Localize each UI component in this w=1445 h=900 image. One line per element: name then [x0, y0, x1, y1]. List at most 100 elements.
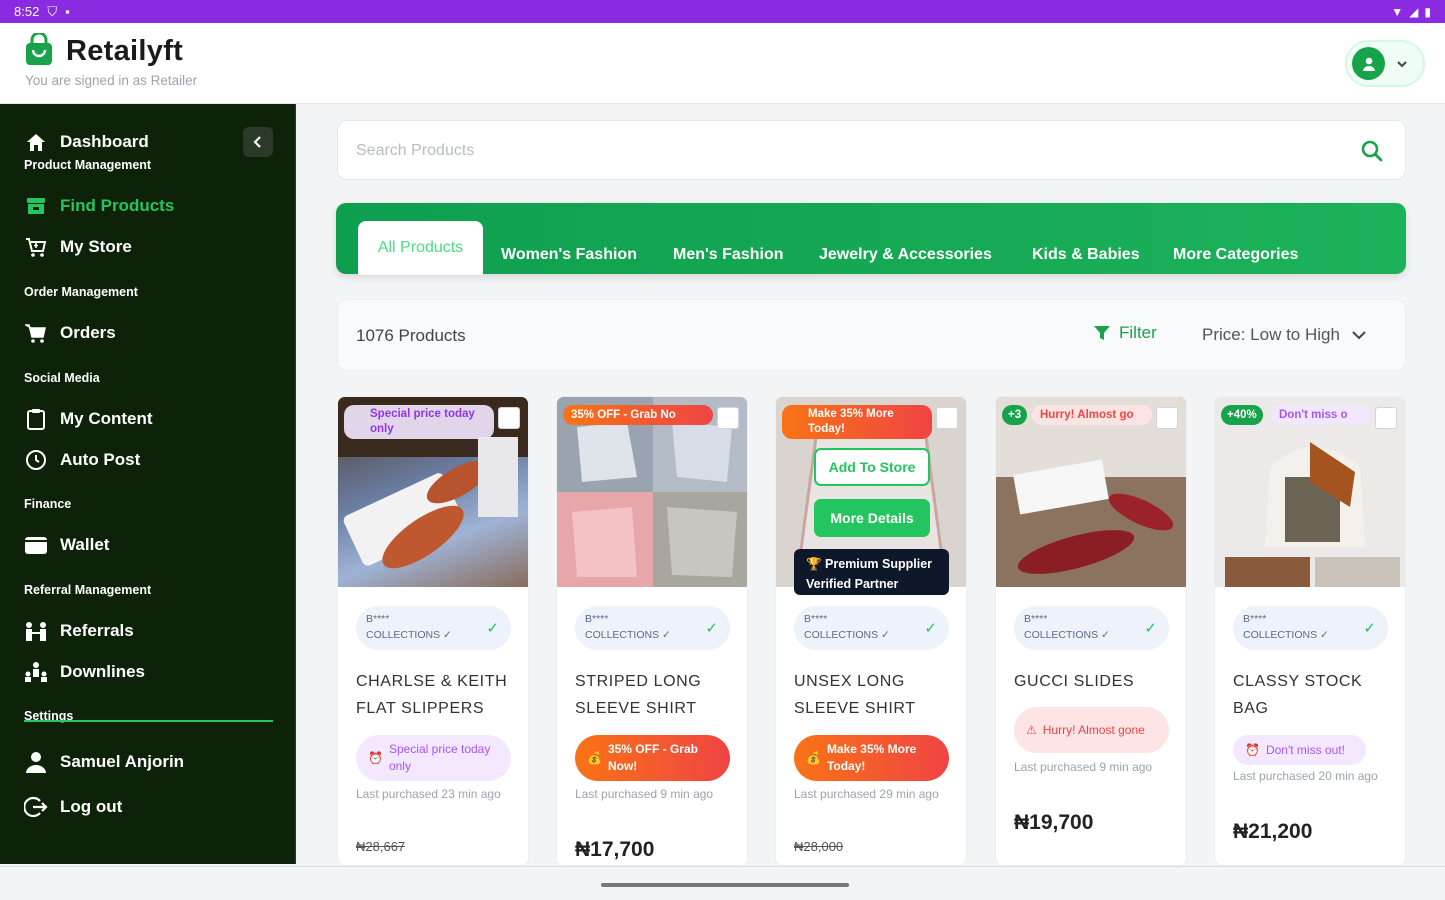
sidebar: Dashboard Product Management Find Produc…: [0, 104, 296, 864]
supplier-badge[interactable]: B**** COLLECTIONS ✓ ✓: [356, 606, 511, 650]
supplier-badge[interactable]: B**** COLLECTIONS ✓ ✓: [1233, 606, 1388, 650]
supplier-badge[interactable]: B**** COLLECTIONS ✓ ✓: [1014, 606, 1169, 650]
supplier-badge[interactable]: B**** COLLECTIONS ✓ ✓: [794, 606, 949, 650]
product-card[interactable]: +3 Hurry! Almost go B**** COLLECTIONS ✓ …: [995, 396, 1187, 866]
tab-womens-fashion[interactable]: Women's Fashion: [501, 246, 637, 264]
category-tabs: All Products Women's Fashion Men's Fashi…: [336, 203, 1406, 275]
supplier-collection: COLLECTIONS ✓: [585, 628, 671, 641]
wallet-icon: [24, 533, 48, 557]
select-checkbox[interactable]: [936, 407, 958, 429]
supplier-name: B****: [366, 613, 390, 625]
sidebar-item-find-products[interactable]: Find Products: [24, 194, 174, 218]
sidebar-item-my-content[interactable]: My Content: [24, 407, 153, 431]
select-checkbox[interactable]: [717, 407, 739, 429]
filter-bar: 1076 Products Filter Price: Low to High: [337, 299, 1406, 371]
supplier-name: B****: [585, 613, 609, 625]
urgency-badge: 💰 Make 35% More Today!: [794, 735, 949, 781]
clipboard-icon: [24, 407, 48, 431]
promo-badge: 35% OFF - Grab No: [563, 405, 713, 425]
chevron-down-icon: [1352, 331, 1366, 340]
sidebar-item-orders[interactable]: Orders: [24, 321, 116, 345]
supplier-name: B****: [1024, 613, 1048, 625]
urgency-text: Hurry! Almost gone: [1042, 722, 1145, 737]
discount-badge: +40%: [1221, 405, 1263, 425]
alarm-icon: ⏰: [1245, 742, 1260, 757]
sidebar-item-label: My Content: [60, 409, 153, 428]
tab-more-categories[interactable]: More Categories: [1173, 246, 1298, 264]
supplier-badge[interactable]: B**** COLLECTIONS ✓ ✓: [575, 606, 730, 650]
select-checkbox[interactable]: [498, 407, 520, 429]
select-checkbox[interactable]: [1156, 407, 1178, 429]
sidebar-item-label: Dashboard: [60, 132, 149, 151]
app-header: Retailyft You are signed in as Retailer: [0, 23, 1445, 104]
product-title: STRIPED LONG SLEEVE SHIRT: [575, 673, 702, 718]
product-card[interactable]: Special price today only B**** COLLECTIO…: [337, 396, 529, 866]
promo-badge: Make 35% More Today!: [782, 405, 932, 439]
urgency-text: Don't miss out!: [1265, 742, 1345, 757]
filter-label: Filter: [1119, 323, 1157, 342]
clock-icon: [24, 448, 48, 472]
sidebar-item-label: Auto Post: [60, 450, 141, 469]
filter-button[interactable]: Filter: [1093, 323, 1157, 343]
more-details-button[interactable]: More Details: [814, 499, 930, 537]
urgency-badge: ⏰ Don't miss out!: [1233, 735, 1366, 765]
user-icon: [1362, 57, 1375, 71]
verified-check-icon: ✓: [1363, 620, 1376, 637]
alarm-icon: ⏰: [368, 750, 383, 765]
money-bag-icon: 💰: [806, 750, 821, 765]
verified-check-icon: ✓: [705, 620, 718, 637]
sort-dropdown[interactable]: Price: Low to High: [1202, 325, 1368, 345]
logout-icon: [24, 795, 48, 819]
sidebar-item-label: Orders: [60, 323, 116, 342]
status-time: 8:52: [14, 4, 40, 19]
sidebar-item-wallet[interactable]: Wallet: [24, 533, 109, 557]
sidebar-item-label: My Store: [60, 237, 132, 256]
tab-jewelry-accessories[interactable]: Jewelry & Accessories: [819, 246, 992, 264]
section-social-media: Social Media: [24, 371, 100, 385]
sidebar-item-downlines[interactable]: Downlines: [24, 660, 145, 684]
tab-mens-fashion[interactable]: Men's Fashion: [673, 246, 783, 264]
sidebar-item-profile[interactable]: Samuel Anjorin: [24, 750, 184, 774]
add-to-store-button[interactable]: Add To Store: [814, 448, 930, 486]
tab-all-products[interactable]: All Products: [358, 221, 483, 275]
product-image: +3 Hurry! Almost go: [996, 397, 1186, 587]
shopping-bag-icon: [26, 33, 52, 65]
chevron-down-icon: [1397, 60, 1407, 67]
price: ₦21,200: [1233, 820, 1313, 843]
battery-icon: ▮: [1424, 4, 1431, 19]
notification-icon: ▪: [65, 4, 70, 19]
warning-icon: ⚠: [1026, 722, 1037, 737]
sidebar-item-referrals[interactable]: Referrals: [24, 619, 134, 643]
section-finance: Finance: [24, 497, 72, 511]
sidebar-item-label: Samuel Anjorin: [60, 752, 185, 771]
money-bag-icon: 💰: [587, 750, 602, 765]
referrals-icon: [24, 619, 48, 643]
last-purchased: Last purchased 20 min ago: [1233, 769, 1378, 783]
sidebar-item-auto-post[interactable]: Auto Post: [24, 448, 140, 472]
product-card[interactable]: Make 35% More Today! Add To Store More D…: [775, 396, 967, 866]
store-icon: [24, 194, 48, 218]
avatar: [1352, 47, 1385, 80]
sidebar-item-label: Wallet: [60, 535, 110, 554]
collapse-sidebar-button[interactable]: [243, 127, 273, 157]
search-icon[interactable]: [1359, 138, 1385, 164]
profile-menu-button[interactable]: [1345, 40, 1425, 87]
shield-icon: ⛉: [47, 3, 58, 19]
tab-kids-babies[interactable]: Kids & Babies: [1032, 246, 1140, 264]
urgency-text: Special price today only: [388, 742, 491, 773]
sidebar-item-my-store[interactable]: My Store: [24, 235, 132, 259]
select-checkbox[interactable]: [1375, 407, 1397, 429]
sidebar-item-logout[interactable]: Log out: [24, 795, 122, 819]
product-title: GUCCI SLIDES: [1014, 673, 1135, 690]
cart-icon: [24, 321, 48, 345]
search-input[interactable]: [356, 139, 1336, 163]
price: ₦19,700: [1014, 811, 1094, 834]
home-indicator[interactable]: [601, 883, 849, 887]
product-title: UNSEX LONG SLEEVE SHIRT: [794, 673, 916, 718]
search-bar: [337, 120, 1406, 180]
cart-icon: [24, 235, 48, 259]
sidebar-item-dashboard[interactable]: Dashboard: [24, 130, 149, 154]
product-card[interactable]: +40% Don't miss o B**** COLLECTIONS ✓ ✓ …: [1214, 396, 1406, 866]
price: ₦28,000: [794, 839, 844, 854]
product-card[interactable]: 35% OFF - Grab No B**** COLLECTIONS ✓ ✓ …: [556, 396, 748, 866]
